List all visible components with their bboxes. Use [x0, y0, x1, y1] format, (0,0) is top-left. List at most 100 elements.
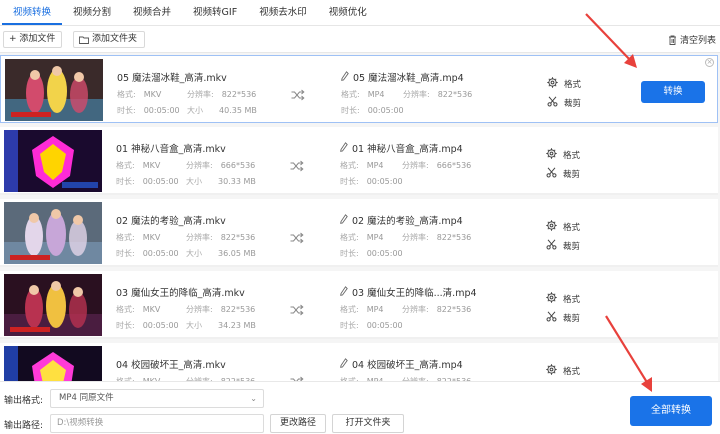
video-thumbnail	[4, 274, 102, 336]
output-format-value: MP4 同原文件	[59, 393, 114, 403]
video-thumbnail	[4, 346, 102, 381]
output-file-name[interactable]: 05 魔法溜冰鞋_高清.mp4	[341, 70, 464, 84]
shuffle-icon	[290, 301, 304, 316]
source-resolution: 分辨率:822*536	[186, 305, 256, 314]
pencil-icon	[341, 70, 349, 84]
add-file-label: + 添加文件	[9, 34, 56, 44]
output-file-name-text: 02 魔法的考验_高清.mp4	[352, 216, 463, 227]
source-file-name: 01 神秘八音盒_高清.mkv	[116, 144, 226, 155]
output-file-name-text: 03 魔仙女王的降临...清.mp4	[352, 288, 477, 299]
format-settings-button[interactable]: 格式	[546, 292, 580, 306]
cut-label: 裁剪	[563, 314, 581, 324]
pencil-icon	[340, 357, 348, 371]
output-resolution: 分辨率: 666*536	[402, 161, 472, 170]
output-file-name-text: 05 魔法溜冰鞋_高清.mp4	[353, 73, 464, 84]
cut-label: 裁剪	[563, 242, 581, 252]
open-folder-button[interactable]: 打开文件夹	[332, 414, 404, 433]
cut-label: 裁剪	[563, 170, 581, 180]
clear-list-label: 清空列表	[679, 36, 716, 46]
format-settings-label: 格式	[564, 80, 582, 90]
video-thumbnail	[4, 130, 102, 192]
cut-button[interactable]: 裁剪	[547, 96, 581, 110]
source-duration: 时长: 00:05:00	[116, 177, 179, 186]
format-settings-label: 格式	[563, 151, 581, 161]
source-format: 格式:MKV	[116, 233, 161, 242]
output-duration: 时长: 00:05:00	[340, 249, 403, 258]
tab-remove-watermark[interactable]: 视频去水印	[248, 4, 318, 25]
output-resolution: 分辨率:822*536	[402, 305, 472, 314]
shuffle-icon	[291, 86, 305, 101]
source-size: 大小 30.33 MB	[186, 177, 256, 186]
output-resolution: 分辨率:822*536	[402, 233, 472, 242]
file-row[interactable]: 03 魔仙女王的降临_高清.mkv 格式: MKV 分辨率: 822*536 时长: 00:…	[0, 271, 718, 339]
source-file-name: 04 校园破坏王_高清.mkv	[116, 360, 226, 371]
gear-icon	[547, 77, 558, 91]
cut-button[interactable]: 裁剪	[546, 311, 580, 325]
tab-video-merge[interactable]: 视频合并	[122, 4, 182, 25]
clear-list-button[interactable]: 清空列表	[668, 33, 716, 46]
source-file-name: 05 魔法溜冰鞋_高清.mkv	[117, 73, 227, 84]
convert-all-button[interactable]: 全部转换	[630, 396, 712, 426]
format-settings-button[interactable]: 格式	[547, 77, 581, 91]
output-format-select[interactable]: MP4 同原文件 ⌄	[50, 389, 264, 408]
source-format: 格式:MKV	[116, 161, 161, 170]
add-folder-button[interactable]: 添加文件夹	[73, 31, 145, 48]
pencil-icon	[340, 285, 348, 299]
output-duration: 时长: 00:05:00	[340, 321, 403, 330]
source-duration: 时长: 00:05:00	[116, 249, 179, 258]
output-format: 格式:MP4	[340, 305, 384, 314]
source-size: 大小 40.35 MB	[187, 106, 257, 115]
scissors-icon	[546, 239, 557, 253]
format-settings-button[interactable]: 格式	[546, 364, 580, 378]
output-path-value: D:\视频转换	[57, 418, 104, 428]
output-file-name-text: 04 校园破坏王_高清.mp4	[352, 360, 463, 371]
source-size: 大小 34.23 MB	[186, 321, 256, 330]
add-file-button[interactable]: + 添加文件	[3, 31, 62, 48]
toolbar: + 添加文件 添加文件夹 清空列表	[0, 26, 720, 53]
shuffle-icon	[290, 229, 304, 244]
file-row[interactable]: 04 校园破坏王_高清.mkv格式:MKV分辨率:822*536时长:00:05…	[0, 343, 718, 381]
add-folder-label: 添加文件夹	[92, 34, 138, 44]
scissors-icon	[547, 96, 558, 110]
shuffle-icon	[290, 157, 304, 172]
source-format: 格式:MKV	[117, 90, 162, 99]
folder-icon	[79, 36, 89, 44]
tab-video-optimize[interactable]: 视频优化	[318, 4, 378, 25]
video-thumbnail	[5, 59, 103, 121]
cut-button[interactable]: 裁剪	[546, 167, 580, 181]
output-file-name[interactable]: 01 神秘八音盒_高清.mp4	[340, 141, 463, 155]
file-row[interactable]: 01 神秘八音盒_高清.mkv 格式: MKV 分辨率: 666*536 时长: 00:05…	[0, 127, 718, 195]
file-row[interactable]: 05 魔法溜冰鞋_高清.mkv 格式: MKV 分辨率: 822*536 时长: 00:05…	[0, 55, 718, 123]
close-icon[interactable]: ×	[705, 58, 714, 67]
gear-icon	[546, 364, 557, 378]
output-file-name[interactable]: 02 魔法的考验_高清.mp4	[340, 213, 463, 227]
output-file-name[interactable]: 03 魔仙女王的降临...清.mp4	[340, 285, 477, 299]
trash-icon	[668, 35, 676, 45]
file-row[interactable]: 02 魔法的考验_高清.mkv 格式: MKV 分辨率: 822*536 时长: 00:05…	[0, 199, 718, 267]
video-thumbnail	[4, 202, 102, 264]
tab-video-to-gif[interactable]: 视频转GIF	[182, 4, 248, 25]
scissors-icon	[546, 167, 557, 181]
cut-button[interactable]: 裁剪	[546, 239, 580, 253]
output-file-name[interactable]: 04 校园破坏王_高清.mp4	[340, 357, 463, 371]
gear-icon	[546, 292, 557, 306]
output-resolution: 分辨率:822*536	[403, 90, 473, 99]
convert-button[interactable]: 转换	[641, 81, 705, 103]
format-settings-button[interactable]: 格式	[546, 148, 580, 162]
source-resolution: 分辨率:822*536	[186, 233, 256, 242]
source-duration: 时长: 00:05:00	[116, 321, 179, 330]
format-settings-label: 格式	[563, 295, 581, 305]
tab-video-split[interactable]: 视频分割	[62, 4, 122, 25]
tab-video-convert[interactable]: 视频转换	[2, 4, 63, 25]
source-size: 大小 36.05 MB	[186, 249, 256, 258]
output-path-field[interactable]: D:\视频转换	[50, 414, 264, 433]
chevron-down-icon: ⌄	[250, 394, 257, 403]
change-path-button[interactable]: 更改路径	[270, 414, 326, 433]
output-format-label: 输出格式:	[4, 396, 44, 406]
source-file-name: 03 魔仙女王的降临_高清.mkv	[116, 288, 245, 299]
source-file-name: 02 魔法的考验_高清.mkv	[116, 216, 226, 227]
format-settings-label: 格式	[563, 223, 581, 233]
format-settings-button[interactable]: 格式	[546, 220, 580, 234]
source-resolution: 分辨率: 666*536	[186, 161, 256, 170]
output-format: 格式:MP4	[340, 233, 384, 242]
